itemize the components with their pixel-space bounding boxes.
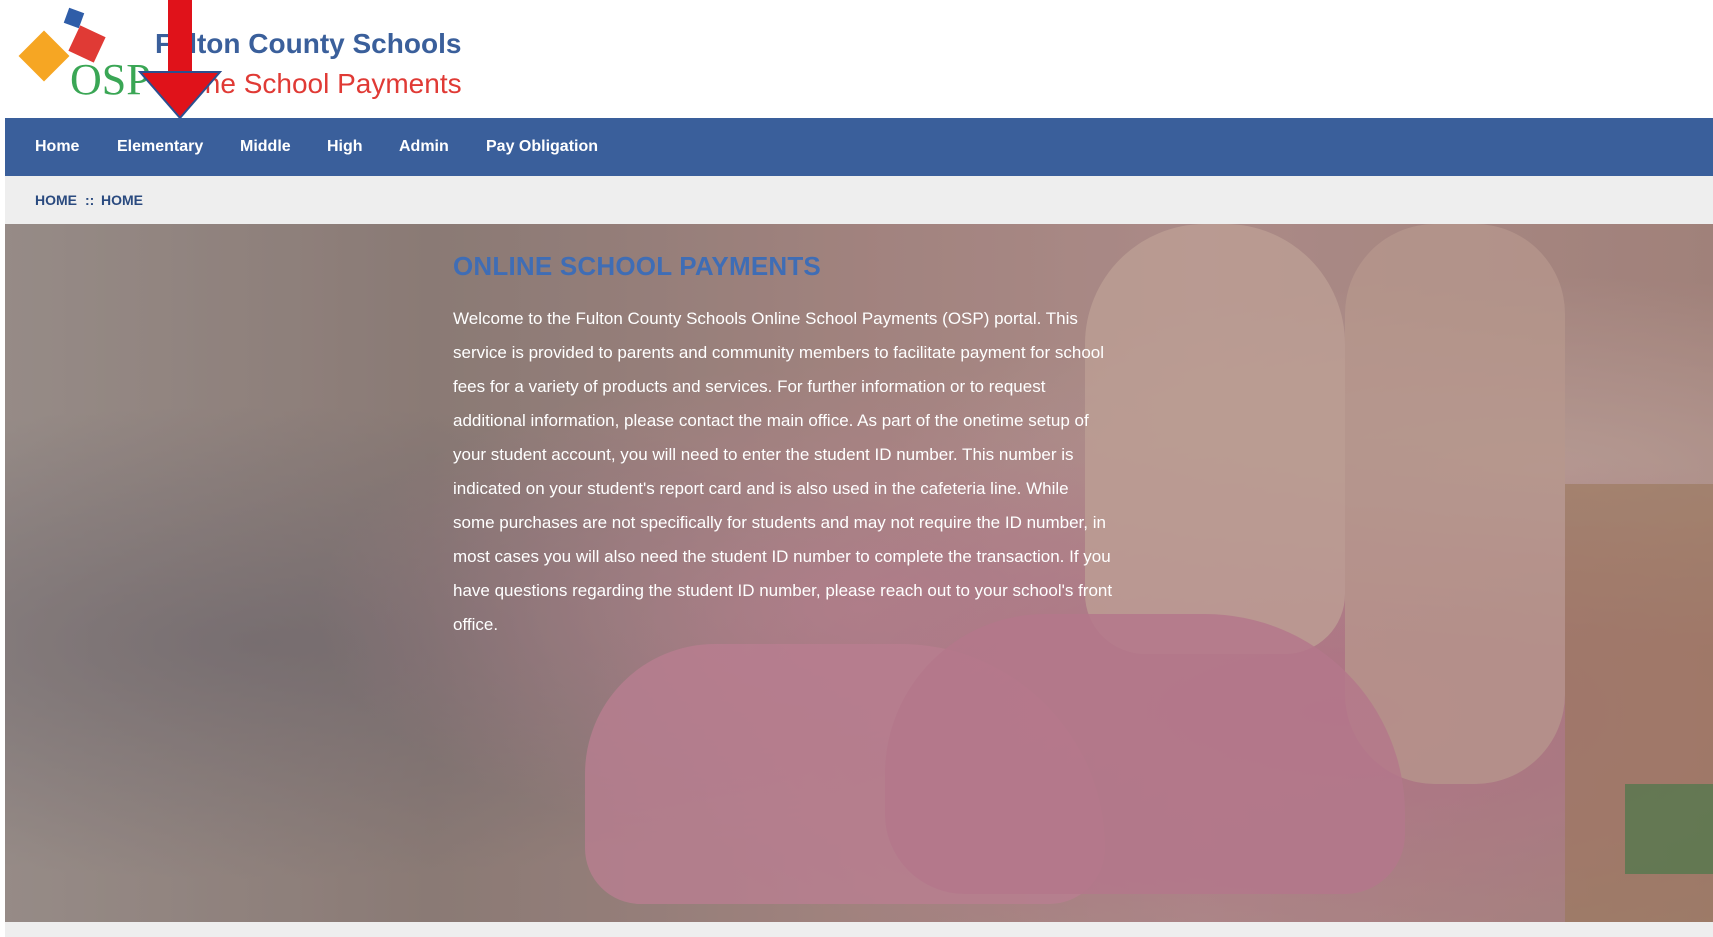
- main-nav: Home Elementary Middle High Admin Pay Ob…: [5, 118, 1713, 176]
- red-arrow-annotation-icon: [137, 0, 223, 120]
- nav-admin[interactable]: Admin: [399, 118, 449, 176]
- breadcrumb-home[interactable]: HOME: [35, 176, 77, 224]
- nav-elementary[interactable]: Elementary: [117, 118, 203, 176]
- hero-description: Welcome to the Fulton County Schools Onl…: [453, 309, 1113, 634]
- site-header: OSP Fulton County Schools Online School …: [5, 0, 1713, 120]
- nav-home[interactable]: Home: [35, 118, 79, 176]
- logo-orange-square: [18, 30, 70, 82]
- page: OSP Fulton County Schools Online School …: [5, 0, 1713, 937]
- hero-banner: ONLINE SCHOOL PAYMENTS Welcome to the Fu…: [5, 224, 1713, 922]
- nav-pay-obligation[interactable]: Pay Obligation: [486, 118, 598, 176]
- nav-middle[interactable]: Middle: [240, 118, 291, 176]
- nav-high[interactable]: High: [327, 118, 363, 176]
- footer-bar: [5, 922, 1713, 937]
- hero-title: ONLINE SCHOOL PAYMENTS: [453, 251, 821, 281]
- breadcrumb-separator: ::: [85, 192, 95, 208]
- breadcrumb: HOME :: HOME: [5, 176, 1713, 224]
- breadcrumb-current: HOME: [101, 192, 143, 208]
